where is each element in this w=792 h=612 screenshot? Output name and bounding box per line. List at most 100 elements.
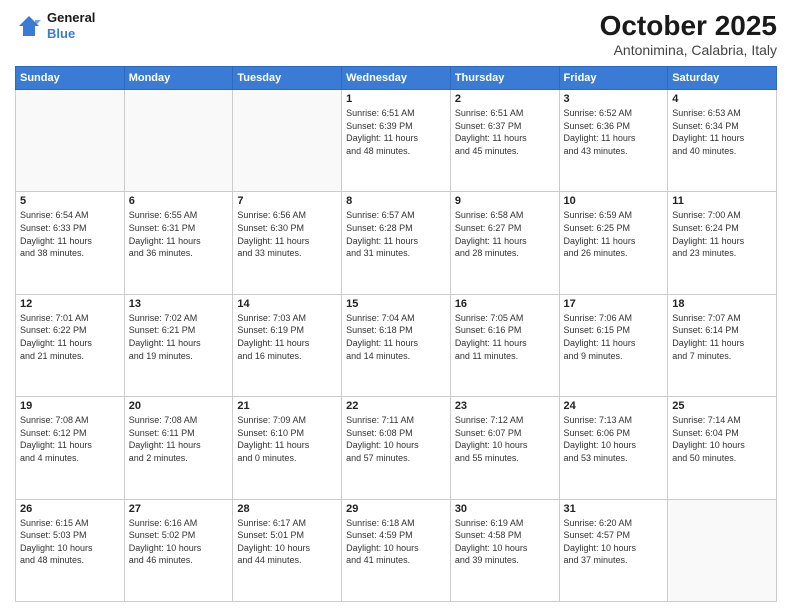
calendar-cell: 4Sunrise: 6:53 AM Sunset: 6:34 PM Daylig… xyxy=(668,90,777,192)
day-number: 5 xyxy=(20,195,120,207)
day-info: Sunrise: 7:06 AM Sunset: 6:15 PM Dayligh… xyxy=(564,312,664,362)
calendar-cell: 2 Sunrise: 6:51 AM Sunset: 6:37 PM Daylig… xyxy=(450,90,559,192)
day-number: 12 xyxy=(20,298,120,310)
day-info: Sunrise: 6:54 AM Sunset: 6:33 PM Dayligh… xyxy=(20,209,120,259)
logo: General Blue xyxy=(15,10,95,41)
day-info: Sunrise: 7:05 AM Sunset: 6:16 PM Dayligh… xyxy=(455,312,555,362)
logo-icon xyxy=(15,12,43,40)
day-info: Sunrise: 7:14 AM Sunset: 6:04 PM Dayligh… xyxy=(672,414,772,464)
calendar-cell: 12 Sunrise: 7:01 AM Sunset: 6:22 PM Dayli… xyxy=(16,294,125,396)
day-info: Sunrise: 6:59 AM Sunset: 6:25 PM Dayligh… xyxy=(564,209,664,259)
calendar-cell: 3Sunrise: 6:52 AM Sunset: 6:36 PM Daylig… xyxy=(559,90,668,192)
header-saturday: Saturday xyxy=(668,67,777,90)
day-info: Sunrise: 6:51 AM Sunset: 6:37 PM Dayligh… xyxy=(455,107,555,157)
day-info: Sunrise: 7:12 AM Sunset: 6:07 PM Dayligh… xyxy=(455,414,555,464)
title-block: October 2025 Antonimina, Calabria, Italy xyxy=(600,10,777,58)
day-number: 18 xyxy=(672,298,772,310)
calendar-cell: 23Sunrise: 7:12 AM Sunset: 6:07 PM Dayli… xyxy=(450,397,559,499)
month-title: October 2025 xyxy=(600,10,777,42)
day-info: Sunrise: 7:01 AM Sunset: 6:22 PM Dayligh… xyxy=(20,312,120,362)
calendar-cell: 19 Sunrise: 7:08 AM Sunset: 6:12 PM Dayli… xyxy=(16,397,125,499)
calendar-cell: 5 Sunrise: 6:54 AM Sunset: 6:33 PM Daylig… xyxy=(16,192,125,294)
calendar-cell: 22 Sunrise: 7:11 AM Sunset: 6:08 PM Dayli… xyxy=(342,397,451,499)
day-number: 15 xyxy=(346,298,446,310)
calendar-cell: 8Sunrise: 6:57 AM Sunset: 6:28 PM Daylig… xyxy=(342,192,451,294)
subtitle: Antonimina, Calabria, Italy xyxy=(600,42,777,58)
calendar-cell: 17 Sunrise: 7:06 AM Sunset: 6:15 PM Dayli… xyxy=(559,294,668,396)
header-wednesday: Wednesday xyxy=(342,67,451,90)
calendar-cell: 11 Sunrise: 7:00 AM Sunset: 6:24 PM Dayli… xyxy=(668,192,777,294)
calendar-cell: 30 Sunrise: 6:19 AM Sunset: 4:58 PM Dayli… xyxy=(450,499,559,601)
day-number: 25 xyxy=(672,400,772,412)
calendar-cell: 25 Sunrise: 7:14 AM Sunset: 6:04 PM Dayli… xyxy=(668,397,777,499)
calendar-cell: 13 Sunrise: 7:02 AM Sunset: 6:21 PM Dayli… xyxy=(124,294,233,396)
day-number: 22 xyxy=(346,400,446,412)
day-number: 7 xyxy=(237,195,337,207)
calendar-cell: 10 Sunrise: 6:59 AM Sunset: 6:25 PM Dayli… xyxy=(559,192,668,294)
week-row-4: 19 Sunrise: 7:08 AM Sunset: 6:12 PM Dayli… xyxy=(16,397,777,499)
calendar-header-row: SundayMondayTuesdayWednesdayThursdayFrid… xyxy=(16,67,777,90)
calendar-cell: 20 Sunrise: 7:08 AM Sunset: 6:11 PM Dayli… xyxy=(124,397,233,499)
day-info: Sunrise: 6:53 AM Sunset: 6:34 PM Dayligh… xyxy=(672,107,772,157)
calendar-table: SundayMondayTuesdayWednesdayThursdayFrid… xyxy=(15,66,777,602)
day-info: Sunrise: 7:03 AM Sunset: 6:19 PM Dayligh… xyxy=(237,312,337,362)
calendar-cell: 9 Sunrise: 6:58 AM Sunset: 6:27 PM Daylig… xyxy=(450,192,559,294)
day-number: 29 xyxy=(346,503,446,515)
calendar-cell xyxy=(124,90,233,192)
day-number: 11 xyxy=(672,195,772,207)
day-info: Sunrise: 6:57 AM Sunset: 6:28 PM Dayligh… xyxy=(346,209,446,259)
day-number: 20 xyxy=(129,400,229,412)
calendar-cell xyxy=(16,90,125,192)
day-info: Sunrise: 6:16 AM Sunset: 5:02 PM Dayligh… xyxy=(129,517,229,567)
day-number: 19 xyxy=(20,400,120,412)
day-number: 6 xyxy=(129,195,229,207)
calendar-cell: 1Sunrise: 6:51 AM Sunset: 6:39 PM Daylig… xyxy=(342,90,451,192)
header-monday: Monday xyxy=(124,67,233,90)
calendar-cell: 14Sunrise: 7:03 AM Sunset: 6:19 PM Dayli… xyxy=(233,294,342,396)
day-number: 28 xyxy=(237,503,337,515)
day-number: 31 xyxy=(564,503,664,515)
header-sunday: Sunday xyxy=(16,67,125,90)
day-info: Sunrise: 7:11 AM Sunset: 6:08 PM Dayligh… xyxy=(346,414,446,464)
day-number: 30 xyxy=(455,503,555,515)
day-number: 9 xyxy=(455,195,555,207)
week-row-2: 5 Sunrise: 6:54 AM Sunset: 6:33 PM Daylig… xyxy=(16,192,777,294)
day-number: 2 xyxy=(455,93,555,105)
day-info: Sunrise: 7:02 AM Sunset: 6:21 PM Dayligh… xyxy=(129,312,229,362)
calendar-cell xyxy=(668,499,777,601)
header-thursday: Thursday xyxy=(450,67,559,90)
day-info: Sunrise: 7:08 AM Sunset: 6:11 PM Dayligh… xyxy=(129,414,229,464)
day-info: Sunrise: 6:58 AM Sunset: 6:27 PM Dayligh… xyxy=(455,209,555,259)
day-number: 17 xyxy=(564,298,664,310)
header: General Blue October 2025 Antonimina, Ca… xyxy=(15,10,777,58)
day-info: Sunrise: 7:07 AM Sunset: 6:14 PM Dayligh… xyxy=(672,312,772,362)
header-tuesday: Tuesday xyxy=(233,67,342,90)
calendar-cell: 15 Sunrise: 7:04 AM Sunset: 6:18 PM Dayli… xyxy=(342,294,451,396)
logo-line1: General xyxy=(47,10,95,26)
day-number: 10 xyxy=(564,195,664,207)
day-info: Sunrise: 6:19 AM Sunset: 4:58 PM Dayligh… xyxy=(455,517,555,567)
day-info: Sunrise: 7:04 AM Sunset: 6:18 PM Dayligh… xyxy=(346,312,446,362)
day-info: Sunrise: 6:52 AM Sunset: 6:36 PM Dayligh… xyxy=(564,107,664,157)
calendar-cell: 24Sunrise: 7:13 AM Sunset: 6:06 PM Dayli… xyxy=(559,397,668,499)
day-info: Sunrise: 7:09 AM Sunset: 6:10 PM Dayligh… xyxy=(237,414,337,464)
calendar-cell: 29Sunrise: 6:18 AM Sunset: 4:59 PM Dayli… xyxy=(342,499,451,601)
header-friday: Friday xyxy=(559,67,668,90)
day-number: 27 xyxy=(129,503,229,515)
day-info: Sunrise: 6:51 AM Sunset: 6:39 PM Dayligh… xyxy=(346,107,446,157)
calendar-cell: 6Sunrise: 6:55 AM Sunset: 6:31 PM Daylig… xyxy=(124,192,233,294)
calendar-cell: 16Sunrise: 7:05 AM Sunset: 6:16 PM Dayli… xyxy=(450,294,559,396)
day-info: Sunrise: 7:00 AM Sunset: 6:24 PM Dayligh… xyxy=(672,209,772,259)
day-info: Sunrise: 7:08 AM Sunset: 6:12 PM Dayligh… xyxy=(20,414,120,464)
logo-text: General Blue xyxy=(47,10,95,41)
calendar-cell: 31Sunrise: 6:20 AM Sunset: 4:57 PM Dayli… xyxy=(559,499,668,601)
day-info: Sunrise: 6:56 AM Sunset: 6:30 PM Dayligh… xyxy=(237,209,337,259)
day-number: 24 xyxy=(564,400,664,412)
calendar-cell: 21 Sunrise: 7:09 AM Sunset: 6:10 PM Dayli… xyxy=(233,397,342,499)
week-row-5: 26Sunrise: 6:15 AM Sunset: 5:03 PM Dayli… xyxy=(16,499,777,601)
page: General Blue October 2025 Antonimina, Ca… xyxy=(0,0,792,612)
calendar-cell: 26Sunrise: 6:15 AM Sunset: 5:03 PM Dayli… xyxy=(16,499,125,601)
day-number: 21 xyxy=(237,400,337,412)
day-number: 26 xyxy=(20,503,120,515)
day-number: 13 xyxy=(129,298,229,310)
